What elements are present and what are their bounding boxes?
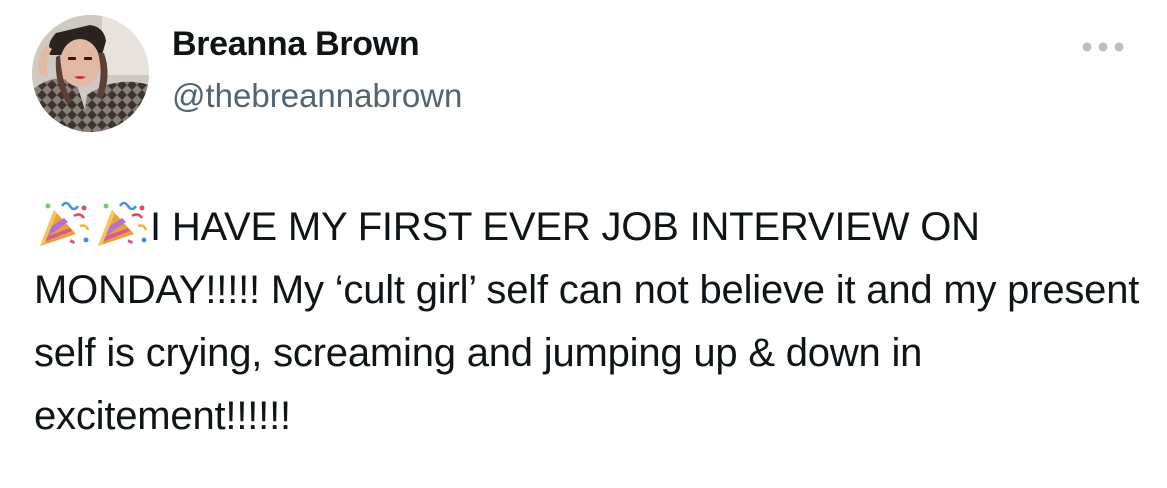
party-popper-icon: [34, 200, 92, 250]
tweet-text-block: I HAVE MY FIRST EVER JOB INTERVIEW ON MO…: [34, 196, 1144, 448]
author-display-name[interactable]: Breanna Brown: [172, 25, 420, 64]
party-popper-icon: [92, 200, 150, 250]
avatar[interactable]: [32, 15, 149, 132]
tweet-text: I HAVE MY FIRST EVER JOB INTERVIEW ON MO…: [34, 205, 1151, 438]
more-horizontal-icon: [1082, 42, 1124, 52]
profile-photo-icon: [32, 15, 149, 132]
tweet-card: Breanna Brown @thebreannabrown I HAVE MY…: [0, 0, 1167, 488]
more-options-button[interactable]: [1078, 36, 1128, 58]
author-handle[interactable]: @thebreannabrown: [172, 77, 462, 115]
